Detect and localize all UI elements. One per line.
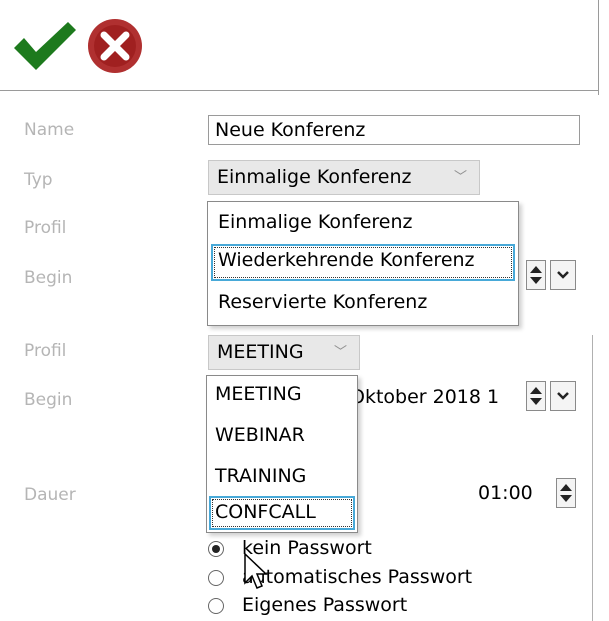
password-option-2-label[interactable]: Eigenes Passwort bbox=[242, 594, 407, 616]
begin-label-2: Begin bbox=[24, 390, 73, 410]
spin-arrows-icon bbox=[530, 266, 542, 284]
password-radio-2[interactable] bbox=[208, 598, 224, 614]
type-select-value: Einmalige Konferenz bbox=[217, 166, 412, 188]
begin-spin-lower[interactable] bbox=[526, 381, 546, 411]
begin-label: Begin bbox=[24, 268, 73, 288]
type-option-0[interactable]: Einmalige Konferenz bbox=[218, 211, 412, 233]
cursor-icon bbox=[244, 553, 268, 589]
password-option-1-label[interactable]: automatisches Passwort bbox=[242, 566, 472, 588]
profile-option-3[interactable]: CONFCALL bbox=[215, 501, 316, 523]
begin-dropdown-button-lower[interactable] bbox=[550, 381, 576, 411]
begin-spin-upper[interactable] bbox=[526, 260, 546, 290]
duration-value[interactable]: 01:00 bbox=[478, 482, 533, 504]
checkmark-icon bbox=[14, 22, 76, 70]
begin-date-value[interactable]: Oktober 2018 1 bbox=[350, 386, 499, 408]
profile-select[interactable]: MEETING ﹀ bbox=[208, 335, 360, 370]
toolbar-divider bbox=[0, 90, 598, 91]
type-select[interactable]: Einmalige Konferenz ﹀ bbox=[208, 160, 480, 195]
password-radio-0[interactable] bbox=[208, 541, 224, 557]
begin-dropdown-button-upper[interactable] bbox=[550, 260, 576, 290]
chevron-down-icon bbox=[557, 271, 569, 279]
duration-spin[interactable] bbox=[556, 478, 576, 508]
panel-border-lower bbox=[592, 335, 593, 621]
profile-select-value: MEETING bbox=[217, 341, 304, 363]
chevron-down-icon bbox=[557, 392, 569, 400]
profile-dropdown: MEETING WEBINAR TRAINING CONFCALL bbox=[206, 375, 358, 533]
profile-label-2: Profil bbox=[24, 341, 67, 361]
cancel-icon bbox=[88, 19, 142, 73]
profile-option-1[interactable]: WEBINAR bbox=[215, 424, 305, 446]
name-label: Name bbox=[24, 120, 75, 140]
cancel-button[interactable] bbox=[86, 16, 144, 76]
type-dropdown: Einmalige Konferenz Wiederkehrende Konfe… bbox=[207, 201, 519, 326]
chevron-down-icon: ﹀ bbox=[454, 170, 468, 185]
duration-label: Dauer bbox=[24, 485, 76, 505]
panel-border bbox=[598, 0, 599, 95]
chevron-down-icon: ﹀ bbox=[334, 345, 348, 360]
confirm-button[interactable] bbox=[10, 16, 80, 76]
profile-label: Profil bbox=[24, 218, 67, 238]
password-radio-1[interactable] bbox=[208, 570, 224, 586]
name-input[interactable]: Neue Konferenz bbox=[208, 115, 580, 145]
type-label: Typ bbox=[24, 170, 53, 190]
profile-option-0[interactable]: MEETING bbox=[215, 383, 302, 405]
type-option-1[interactable]: Wiederkehrende Konferenz bbox=[218, 249, 475, 271]
type-option-2[interactable]: Reservierte Konferenz bbox=[218, 291, 427, 313]
spin-arrows-icon bbox=[530, 387, 542, 405]
profile-option-2[interactable]: TRAINING bbox=[215, 465, 306, 487]
spin-arrows-icon bbox=[560, 484, 572, 502]
